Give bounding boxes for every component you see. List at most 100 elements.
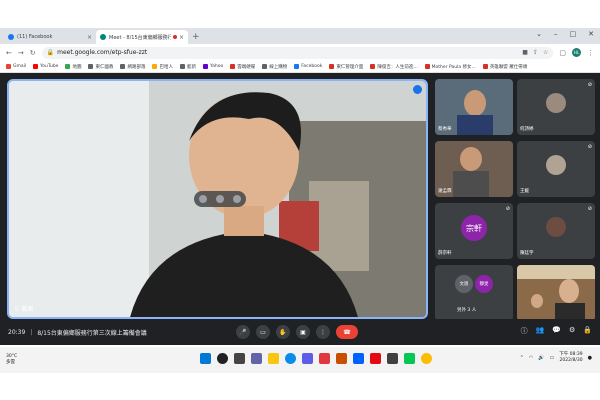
chat-app-icon[interactable]: [251, 353, 262, 364]
participant-tile[interactable]: ⊘ 陳廷宇: [517, 203, 595, 259]
bookmark-item[interactable]: Mother Paula 修女...: [424, 64, 476, 70]
chat-icon[interactable]: 💬: [552, 326, 561, 336]
terminal-icon[interactable]: [387, 353, 398, 364]
more-options-button[interactable]: ⋮: [316, 325, 330, 339]
mic-off-icon: ⊘: [587, 144, 592, 150]
clock-date: 2022/8/30: [559, 358, 583, 363]
store-icon[interactable]: [302, 353, 313, 364]
pin-icon[interactable]: [198, 195, 207, 203]
search-icon[interactable]: [217, 353, 228, 364]
share-icon[interactable]: ⇪: [533, 49, 538, 56]
forward-icon[interactable]: →: [18, 49, 24, 57]
profile-avatar[interactable]: HL: [572, 48, 581, 57]
more-icon[interactable]: [233, 195, 242, 203]
extensions-icon[interactable]: ▢: [559, 49, 566, 57]
office-icon[interactable]: [319, 353, 330, 364]
file-explorer-icon[interactable]: [268, 353, 279, 364]
meet-side-controls: ⓘ 👥 💬 ⚙ 🔒: [521, 326, 592, 336]
bookmark-item[interactable]: Yahoo: [202, 64, 223, 69]
participant-tile[interactable]: ⊘ 何詩婷: [517, 79, 595, 135]
dropbox-icon[interactable]: [353, 353, 364, 364]
clock[interactable]: 下午 08:39 2022/8/30: [559, 352, 582, 364]
bookmark-item[interactable]: 地圖: [65, 64, 81, 70]
notification-icon[interactable]: ●: [588, 355, 592, 361]
close-window-icon[interactable]: ✕: [588, 30, 594, 38]
bookmark-item[interactable]: 陳俊吉：人生前進...: [370, 64, 418, 70]
close-icon[interactable]: ×: [179, 34, 184, 41]
menu-icon[interactable]: ⋮: [587, 49, 594, 57]
tab-meet[interactable]: Meet - 8/15台東偏鄉服務行第... ×: [96, 30, 188, 44]
participant-tile[interactable]: 蔡秀華: [435, 79, 513, 135]
people-icon[interactable]: 👥: [536, 326, 545, 336]
new-tab-button[interactable]: +: [192, 30, 200, 44]
bookmark-label: 東仁管理介面: [336, 64, 364, 70]
participant-name: 蔡秀華: [438, 127, 452, 132]
bookmark-label: 線上購物: [269, 64, 288, 70]
star-icon[interactable]: ☆: [543, 49, 548, 56]
info-icon[interactable]: ⓘ: [521, 326, 528, 336]
chevron-up-icon[interactable]: ⌃: [520, 355, 524, 361]
bookmark-item[interactable]: Gmail: [6, 64, 26, 69]
bookmark-label: 東仁國教: [95, 64, 114, 70]
present-button[interactable]: ▣: [296, 325, 310, 339]
wifi-icon[interactable]: ◠: [529, 355, 533, 361]
raise-hand-button[interactable]: ✋: [276, 325, 290, 339]
bookmark-icon: [202, 64, 208, 69]
amazon-icon[interactable]: [336, 353, 347, 364]
bookmark-item[interactable]: 線上購物: [262, 64, 287, 70]
meet-area: ▯ 劉君 蔡秀華 ⊘ 何詩婷 謝孟霖 ⊘ 王媛 宗軒 ⊘ 薛宗軒 ⊘ 陳廷宇 文…: [0, 73, 600, 345]
participant-tile[interactable]: 謝孟霖: [435, 141, 513, 197]
mic-icon[interactable]: [215, 195, 224, 203]
lock-icon: 🔒: [46, 49, 55, 56]
volume-icon[interactable]: 🔊: [538, 355, 544, 361]
participant-tile[interactable]: [517, 265, 595, 321]
participant-tile[interactable]: ⊘ 王媛: [517, 141, 595, 197]
weather-desc: 多雲: [6, 360, 15, 365]
camera-button[interactable]: ▭: [256, 325, 270, 339]
close-icon[interactable]: ×: [87, 34, 92, 41]
weather-widget[interactable]: 30°C 多雲: [6, 354, 17, 366]
start-icon[interactable]: [200, 353, 211, 364]
bookmark-item[interactable]: 東仁管理介面: [329, 64, 363, 70]
battery-icon[interactable]: ▭: [549, 355, 554, 361]
bookmark-item[interactable]: 東仁國教: [88, 64, 113, 70]
reload-icon[interactable]: ↻: [30, 49, 36, 57]
task-view-icon[interactable]: [234, 353, 245, 364]
host-controls-icon[interactable]: 🔒: [583, 326, 592, 336]
bookmark-icon: [152, 64, 158, 69]
bookmark-icon: [230, 64, 236, 69]
bookmark-item[interactable]: 藍新: [179, 64, 196, 70]
minimize-icon[interactable]: –: [554, 30, 558, 38]
avatar: [546, 93, 566, 113]
bookmark-item[interactable]: 網路部落: [120, 64, 145, 70]
mic-button[interactable]: 🎤: [236, 325, 250, 339]
bookmark-label: 英雄聯盟 羅仕帶頭: [489, 64, 528, 70]
bookmark-item[interactable]: Facebook: [294, 64, 322, 69]
main-speaker-label: ▯ 劉君: [15, 304, 33, 313]
bookmark-item[interactable]: 巴哈人: [152, 64, 173, 70]
bookmark-item[interactable]: 雲端硬碟: [230, 64, 255, 70]
bookmark-icon: [33, 64, 39, 69]
line-icon[interactable]: [404, 353, 415, 364]
meet-icon: [100, 34, 106, 40]
bookmark-icon: [294, 64, 300, 69]
bookmark-item[interactable]: 英雄聯盟 羅仕帶頭: [482, 64, 528, 70]
main-speaker-video[interactable]: ▯ 劉君: [7, 79, 428, 319]
tab-search-icon[interactable]: ⌄: [536, 30, 542, 38]
separator: |: [30, 328, 33, 336]
edge-icon[interactable]: [285, 353, 296, 364]
chrome-icon[interactable]: [421, 353, 432, 364]
maximize-icon[interactable]: □: [570, 30, 577, 38]
netflix-icon[interactable]: [370, 353, 381, 364]
address-bar[interactable]: 🔒 meet.google.com/etp-sfue-zzt ■ ⇪ ☆: [41, 46, 554, 59]
end-call-button[interactable]: ☎: [336, 325, 358, 339]
others-count: 另外 3 人: [457, 308, 477, 313]
tab-facebook[interactable]: (11) Facebook ×: [4, 30, 96, 44]
participant-tile[interactable]: 宗軒 ⊘ 薛宗軒: [435, 203, 513, 259]
bookmark-icon: [6, 64, 11, 69]
bookmark-item[interactable]: YouTube: [33, 64, 58, 69]
back-icon[interactable]: ←: [6, 49, 12, 57]
camera-indicator-icon[interactable]: ■: [522, 49, 528, 56]
activities-icon[interactable]: ⚙: [569, 326, 575, 336]
other-participants-tile[interactable]: 文恩 靜旻 另外 3 人: [435, 265, 513, 321]
